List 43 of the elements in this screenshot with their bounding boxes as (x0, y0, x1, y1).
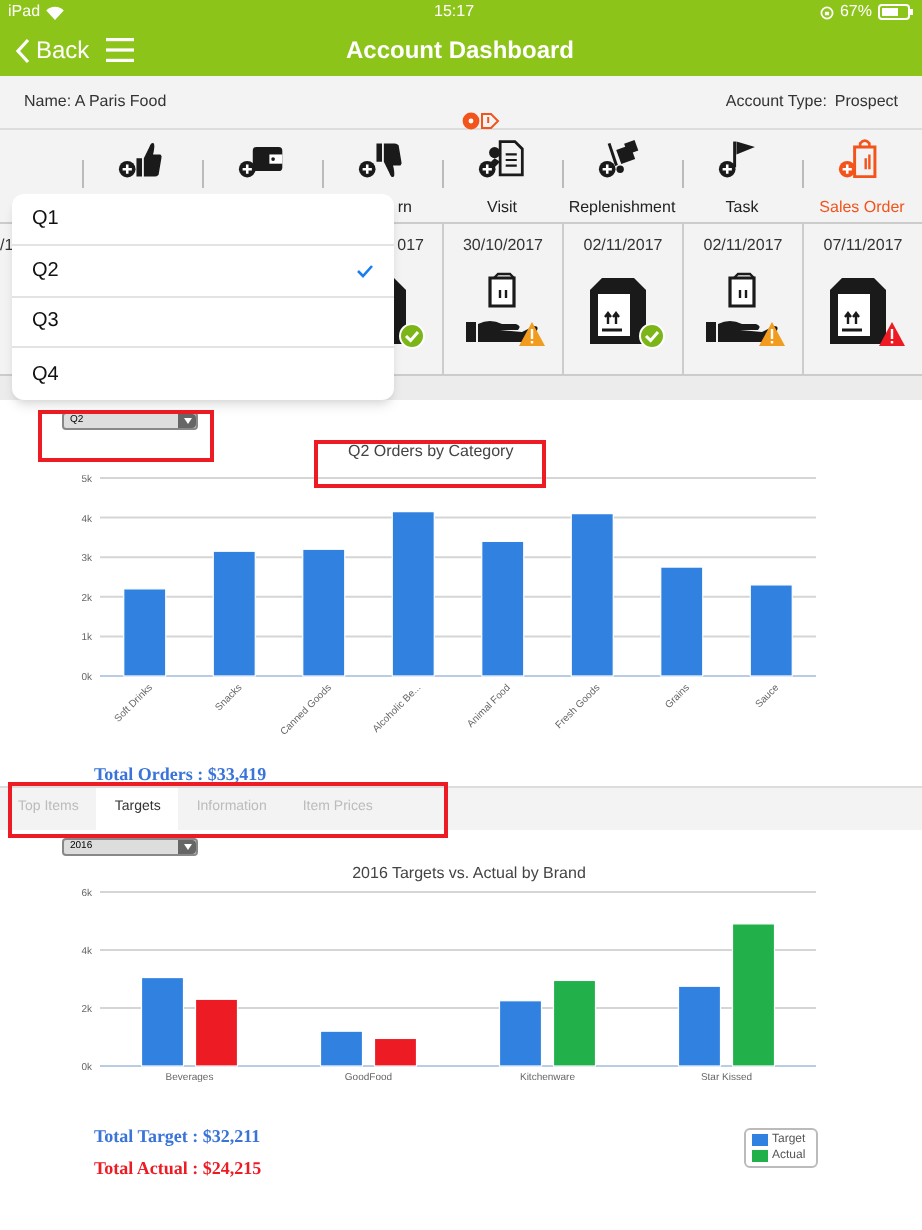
date-label: 30/10/2017 (462, 234, 544, 258)
check-badge-icon (398, 323, 424, 349)
action-label[interactable]: rn (397, 196, 442, 220)
menu-item[interactable]: Q1 (12, 194, 394, 246)
legend-swatch (752, 1150, 768, 1162)
box-icon[interactable] (589, 278, 645, 344)
clock: 15:17 (434, 0, 475, 24)
warning-icon (758, 322, 784, 346)
hand-with-box-icon[interactable] (705, 272, 777, 342)
caret-icon (183, 418, 191, 424)
legend-swatch (752, 1134, 768, 1146)
chart-title: 2016 Targets vs. Actual by Brand (352, 864, 586, 884)
account-name: Name: A Paris Food (24, 90, 167, 114)
action-label[interactable]: Task (725, 196, 759, 220)
menu-item[interactable]: Q2 (12, 245, 394, 297)
battery-level: 67% (839, 0, 872, 24)
date-label: 017 (397, 234, 426, 258)
total-target: Total Target : $32,211 (94, 1124, 261, 1150)
rotation-lock-icon (819, 5, 834, 19)
date-label: 02/11/2017 (703, 234, 783, 258)
action-label[interactable]: Visit (487, 196, 517, 220)
account-type-label: Account Type: (725, 90, 827, 114)
chart-title: Q2 Orders by Category (348, 442, 514, 462)
menu-item[interactable]: Q4 (12, 348, 394, 400)
check-badge-icon (638, 323, 664, 349)
total-orders: Total Orders : $33,419 (94, 764, 267, 784)
warning-icon (518, 322, 544, 346)
total-actual: Total Actual : $24,215 (94, 1156, 262, 1182)
hand-with-box-icon[interactable] (465, 272, 537, 342)
carrier-label: iPad (8, 0, 41, 24)
battery-icon (878, 4, 914, 20)
action-label[interactable]: Replenishment (568, 196, 676, 220)
wifi-icon (46, 5, 65, 19)
account-type-value: Prospect (834, 90, 898, 114)
alert-icon (878, 322, 904, 346)
date-label: 07/11/2017 (823, 234, 903, 258)
menu-item[interactable]: Q3 (12, 297, 394, 349)
chevron-left-icon (16, 37, 30, 63)
date-label: /1 (0, 234, 14, 258)
box-icon[interactable] (829, 278, 885, 344)
caret-icon (183, 844, 191, 850)
screen-title: Account Dashboard (343, 34, 576, 68)
date-label: 02/11/2017 (583, 234, 663, 258)
